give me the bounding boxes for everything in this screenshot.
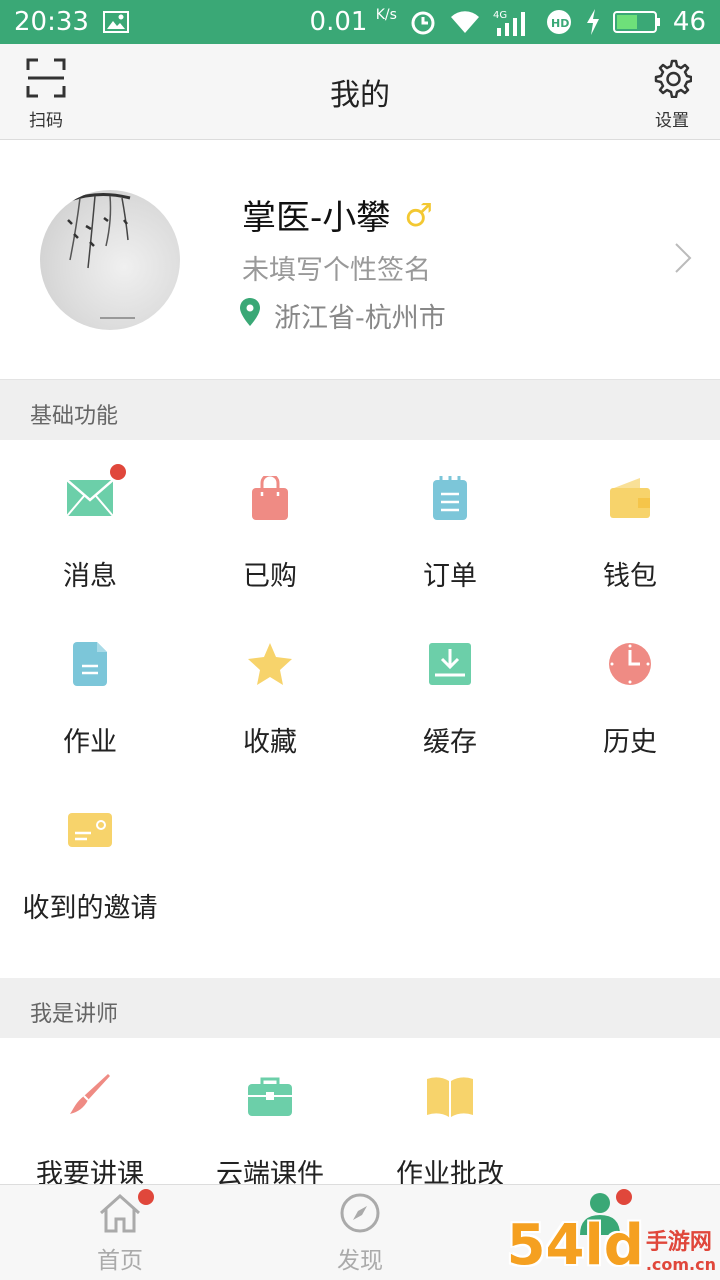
- svg-text:HD: HD: [551, 17, 569, 30]
- signal-icon: 4G: [493, 8, 533, 36]
- grid-item-cache[interactable]: 缓存: [360, 606, 540, 772]
- home-icon: [98, 1189, 154, 1235]
- profile-card[interactable]: 掌医-小攀 ♂ 未填写个性签名 浙江省-杭州市: [0, 140, 720, 380]
- settings-button[interactable]: 设置: [632, 58, 712, 131]
- grid-item-favorites[interactable]: 收藏: [180, 606, 360, 772]
- grid-item-label: 缓存: [423, 727, 477, 758]
- grid-item-homework-grading[interactable]: 作业批改: [360, 1038, 540, 1184]
- grid-item-label: 历史: [603, 727, 657, 758]
- settings-label: 设置: [655, 111, 689, 131]
- envelope-icon: [62, 464, 126, 526]
- grid-item-wallet[interactable]: 钱包: [540, 440, 720, 606]
- network-speed: 0.01 K/s: [309, 7, 397, 37]
- charging-icon: [585, 9, 601, 35]
- watermark-logo: 54ld 手游网 .com.cn: [506, 1213, 716, 1278]
- nav-tab-discover[interactable]: 发现: [240, 1185, 480, 1280]
- briefcase-icon: [242, 1068, 298, 1124]
- grid-item-orders[interactable]: 订单: [360, 440, 540, 606]
- battery-level: 46: [672, 7, 706, 37]
- grid-item-label: 云端课件: [216, 1159, 324, 1184]
- grid-item-label: 已购: [243, 561, 297, 592]
- bottom-navigation: 首页 发现 54ld 手游网 .com.cn: [0, 1184, 720, 1280]
- grid-item-label: 收藏: [243, 727, 297, 758]
- grid-item-invitations[interactable]: 收到的邀请: [0, 772, 180, 938]
- chevron-right-icon: [674, 242, 692, 278]
- grid-item-label: 作业: [63, 727, 117, 758]
- grid-item-label: 作业批改: [396, 1159, 504, 1184]
- grid-item-label: 订单: [423, 561, 477, 592]
- notification-badge: [138, 1189, 154, 1205]
- star-icon: [242, 636, 298, 692]
- user-signature: 未填写个性签名: [242, 255, 431, 286]
- notification-badge: [110, 464, 126, 480]
- gear-icon: [652, 58, 693, 102]
- avatar[interactable]: [40, 190, 180, 330]
- notification-badge: [616, 1189, 632, 1205]
- grid-item-cloud-courseware[interactable]: 云端课件: [180, 1038, 360, 1184]
- alarm-icon: [409, 8, 437, 36]
- status-time: 20:33: [14, 7, 89, 37]
- wifi-icon: [449, 9, 481, 35]
- notepad-icon: [422, 470, 478, 526]
- compass-icon: [338, 1191, 382, 1235]
- nav-label: 首页: [97, 1248, 143, 1274]
- grid-item-label: 消息: [63, 561, 117, 592]
- title-bar: 扫码 我的 设置: [0, 44, 720, 140]
- hd-icon: HD: [545, 8, 573, 36]
- grid-item-history[interactable]: 历史: [540, 606, 720, 772]
- user-location: 浙江省-杭州市: [274, 303, 446, 334]
- wallet-icon: [602, 470, 658, 526]
- page-title: 我的: [330, 78, 390, 113]
- location-pin-icon: [240, 298, 260, 333]
- shopping-bag-icon: [242, 470, 298, 526]
- status-bar: 20:33 0.01 K/s 4G HD 46: [0, 0, 720, 44]
- clock-icon: [602, 636, 658, 692]
- grid-item-label: 钱包: [603, 561, 657, 592]
- grid-item-homework[interactable]: 作业: [0, 606, 180, 772]
- download-icon: [422, 636, 478, 692]
- user-name: 掌医-小攀: [242, 198, 391, 238]
- grid-item-messages[interactable]: 消息: [0, 440, 180, 606]
- basic-functions-grid: 消息 已购 订单 钱包 作业 收藏 缓存 历史 收到的邀请: [0, 440, 720, 978]
- grid-item-label: 我要讲课: [36, 1159, 144, 1184]
- grid-item-give-lecture[interactable]: 我要讲课: [0, 1038, 180, 1184]
- brush-icon: [62, 1068, 118, 1124]
- teacher-functions-grid: 我要讲课 云端课件 作业批改: [0, 1038, 720, 1184]
- nav-tab-home[interactable]: 首页: [0, 1185, 240, 1280]
- male-icon: ♂: [404, 195, 433, 234]
- image-icon: [102, 11, 129, 33]
- grid-item-label: 收到的邀请: [22, 893, 158, 924]
- section-header-teacher: 我是讲师: [0, 978, 720, 1038]
- invitation-card-icon: [62, 802, 118, 858]
- user-name-row: 掌医-小攀 ♂: [242, 190, 433, 239]
- battery-icon: [612, 10, 661, 34]
- nav-label: 发现: [337, 1248, 383, 1274]
- section-header-basic: 基础功能: [0, 380, 720, 440]
- user-location-row: 浙江省-杭州市: [240, 296, 446, 335]
- document-icon: [62, 636, 118, 692]
- open-book-icon: [422, 1068, 478, 1124]
- grid-item-purchased[interactable]: 已购: [180, 440, 360, 606]
- svg-text:4G: 4G: [493, 10, 507, 21]
